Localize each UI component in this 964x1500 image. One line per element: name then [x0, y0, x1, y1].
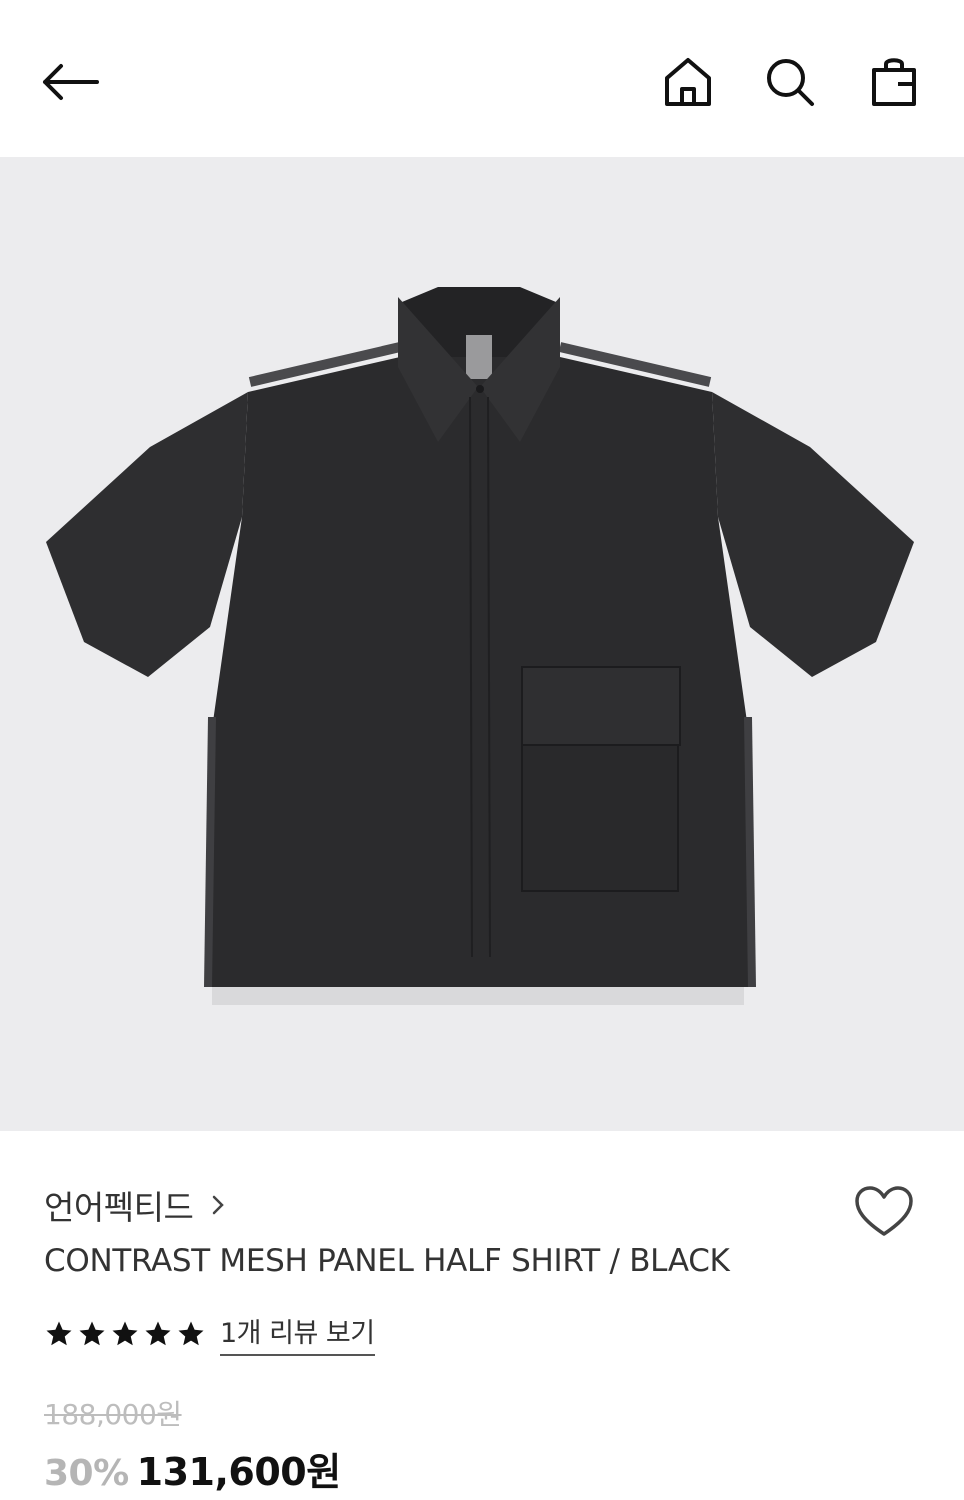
star-icon — [112, 1321, 138, 1345]
star-rating — [44, 1319, 206, 1349]
shirt-right-sleeve — [712, 392, 914, 677]
home-icon — [665, 58, 711, 106]
original-price: 188,000원 — [44, 1398, 182, 1431]
brand-name: 언어펙티드 — [44, 1188, 194, 1227]
back-button[interactable] — [38, 50, 102, 114]
shirt-left-sleeve — [46, 392, 248, 677]
review-link[interactable]: 1개 리뷰 보기 — [220, 1311, 375, 1356]
wishlist-button[interactable] — [850, 1181, 918, 1241]
home-button[interactable] — [656, 50, 720, 114]
star-icon — [79, 1321, 105, 1345]
star-icon — [178, 1321, 204, 1345]
star-icon — [46, 1321, 72, 1345]
product-title: CONTRAST MESH PANEL HALF SHIRT / BLACK — [44, 1243, 730, 1279]
sale-price: 131,600원 — [136, 1450, 342, 1494]
discount-rate: 30% — [44, 1453, 129, 1494]
rating-row: 1개 리뷰 보기 — [44, 1311, 375, 1356]
product-info: 언어펙티드 CONTRAST MESH PANEL HALF SHIRT / B… — [0, 1131, 964, 1500]
search-button[interactable] — [758, 50, 822, 114]
heart-icon — [855, 1186, 913, 1236]
shopping-bag-button[interactable] — [862, 50, 926, 114]
star-icon — [145, 1321, 171, 1345]
product-image[interactable] — [0, 157, 964, 1131]
product-photo — [46, 287, 914, 1005]
brand-link[interactable]: 언어펙티드 — [44, 1181, 225, 1229]
search-icon — [767, 59, 814, 106]
chevron-right-icon — [213, 1195, 225, 1215]
price-row: 30% 131,600원 — [44, 1441, 341, 1496]
arrow-left-icon — [43, 64, 99, 100]
product-detail-page: 언어펙티드 CONTRAST MESH PANEL HALF SHIRT / B… — [0, 0, 964, 1500]
shopping-bag-icon — [872, 58, 916, 106]
top-navigation-bar — [0, 0, 964, 157]
